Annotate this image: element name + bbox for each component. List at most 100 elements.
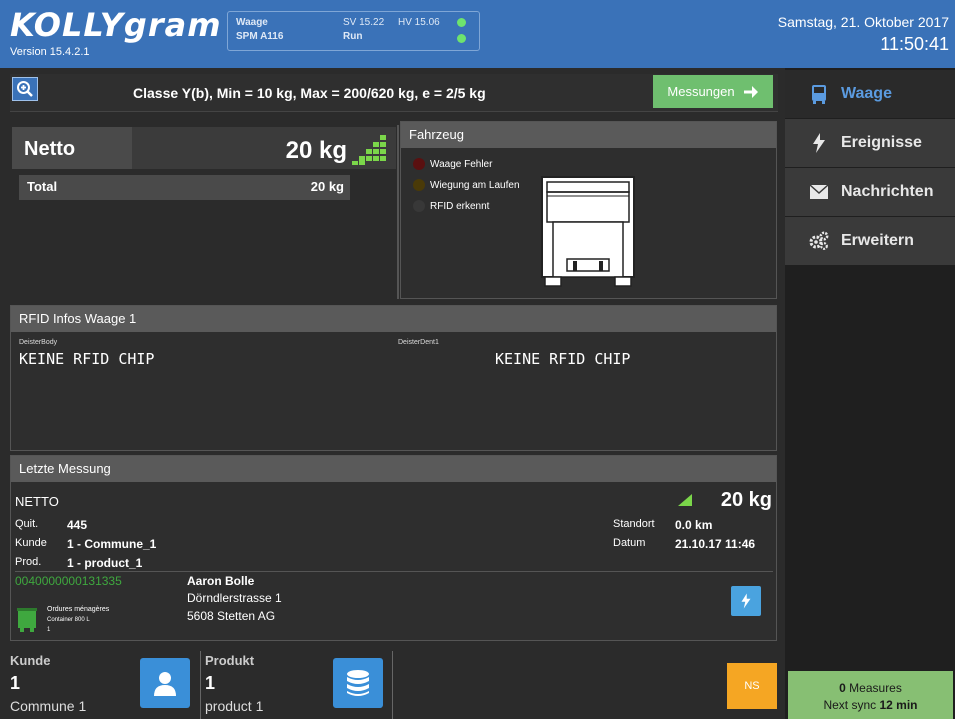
ns-button[interactable]: NS <box>727 663 777 709</box>
sidebar-item-erweitern[interactable]: Erweitern <box>785 217 955 265</box>
sv-version: SV 15.22 <box>343 17 385 28</box>
status-dot <box>413 200 425 212</box>
legend-label: RFID erkennt <box>430 200 490 212</box>
produkt-number: 1 <box>205 673 216 693</box>
prod-value: 1 - product_1 <box>67 556 143 570</box>
zoom-button[interactable] <box>12 77 38 101</box>
kunde-label: Kunde <box>15 537 47 549</box>
total-value: 20 kg <box>310 179 344 194</box>
sidebar-item-nachrichten[interactable]: Nachrichten <box>785 168 955 216</box>
arrow-right-icon <box>743 85 758 98</box>
envelope-icon <box>809 182 829 202</box>
version-label: Version 15.4.2.1 <box>10 46 90 58</box>
standort-value: 0.0 km <box>675 518 713 532</box>
scale-class-text: Classe Y(b), Min = 10 kg, Max = 200/620 … <box>133 85 486 101</box>
sidebar-item-label: Ereignisse <box>841 134 922 151</box>
quit-value: 445 <box>67 518 88 532</box>
class-bar: Classe Y(b), Min = 10 kg, Max = 200/620 … <box>10 74 778 112</box>
total-label: Total <box>27 179 58 194</box>
letzte-title: Letzte Messung <box>11 456 776 482</box>
measures-line: 0 Measures <box>788 680 953 697</box>
right-sidebar: Waage Ereignisse Nachrichten Erweitern 0… <box>785 68 955 719</box>
messungen-label: Messungen <box>667 84 735 99</box>
weight-display: Netto 20 kg Total 20 kg <box>10 125 397 299</box>
container-icon <box>17 608 37 632</box>
run-label: Run <box>343 31 363 42</box>
fahrzeug-panel: Fahrzeug Waage Fehler Wiegung am Laufen … <box>400 121 777 299</box>
select-kunde-button[interactable] <box>140 658 190 708</box>
zoom-in-icon <box>17 81 33 97</box>
current-time: 11:50:41 <box>880 34 949 54</box>
netto-row: Netto 20 kg <box>12 127 396 169</box>
rfid-code: 0040000000131335 <box>15 574 122 588</box>
kunde-value: 1 - Commune_1 <box>67 537 157 551</box>
gears-icon <box>809 231 829 251</box>
kunde-title: Kunde <box>10 653 51 668</box>
datum-label: Datum <box>613 537 646 549</box>
legend-wiegung: Wiegung am Laufen <box>413 179 520 191</box>
status-dot <box>413 179 425 191</box>
kunde-name: Commune 1 <box>10 698 87 714</box>
stability-mini-icon <box>678 494 692 506</box>
produkt-title: Produkt <box>205 653 255 668</box>
netto-value: 20 kg <box>285 137 347 164</box>
datum-value: 21.10.17 11:46 <box>675 537 756 551</box>
lightning-icon <box>809 133 829 153</box>
total-row: Total 20 kg <box>19 175 350 200</box>
letzte-messung-panel: Letzte Messung NETTO 20 kg Quit. 445 Kun… <box>10 455 777 641</box>
legend-waage-fehler: Waage Fehler <box>413 158 492 170</box>
bottom-produkt: Produkt 1 product 1 <box>205 653 263 714</box>
quit-label: Quit. <box>15 518 39 530</box>
truck-rear-icon <box>541 176 635 287</box>
legend-rfid: RFID erkennt <box>413 200 489 212</box>
select-produkt-button[interactable] <box>333 658 383 708</box>
measures-count: 0 <box>839 681 846 695</box>
bottom-bar: Kunde 1 Commune 1 Produkt 1 product 1 NS <box>0 647 785 719</box>
status-dot <box>413 158 425 170</box>
sidebar-item-waage[interactable]: Waage <box>785 70 955 118</box>
device-label: Waage <box>236 17 268 28</box>
produkt-name: product 1 <box>205 698 264 714</box>
date-time: Samstag, 21. Oktober 2017 11:50:41 <box>778 14 949 55</box>
sidebar-item-label: Nachrichten <box>841 183 934 200</box>
prod-label: Prod. <box>15 556 42 568</box>
netto-label: Netto <box>12 127 132 169</box>
divider <box>397 125 399 299</box>
lightning-icon <box>741 593 751 609</box>
hv-version: HV 15.06 <box>398 17 440 28</box>
rfid-title: RFID Infos Waage 1 <box>11 306 776 332</box>
stability-bars-icon <box>352 135 386 165</box>
status-led-1 <box>457 18 466 27</box>
events-button[interactable] <box>731 586 761 616</box>
next-sync-value: 12 min <box>879 698 918 712</box>
sidebar-item-label: Waage <box>841 85 892 102</box>
rfid-left-source: DeisterBody <box>19 339 58 346</box>
standort-label: Standort <box>613 518 655 530</box>
rfid-right-source: DeisterDent1 <box>398 339 439 346</box>
current-date: Samstag, 21. Oktober 2017 <box>777 14 949 30</box>
measures-label: Measures <box>849 681 902 695</box>
rfid-right-value: KEINE RFID CHIP <box>495 350 631 368</box>
app-header: KOLLYgram Version 15.4.2.1 Waage SPM A11… <box>0 0 955 68</box>
sync-status-box: 0 Measures Next sync 12 min <box>788 671 953 719</box>
scale-status-box: Waage SPM A116 SV 15.22 HV 15.06 Run <box>227 11 480 51</box>
rfid-left-value: KEINE RFID CHIP <box>19 350 155 368</box>
divider <box>15 571 773 572</box>
bus-icon <box>809 84 829 104</box>
status-led-2 <box>457 34 466 43</box>
person-street: Dörndlerstrasse 1 <box>187 591 282 605</box>
messungen-button[interactable]: Messungen <box>653 75 773 108</box>
kollygram-logo: KOLLYgram <box>10 6 222 44</box>
last-weight: 20 kg <box>720 489 772 511</box>
sidebar-item-ereignisse[interactable]: Ereignisse <box>785 119 955 167</box>
database-icon <box>347 670 369 696</box>
divider <box>200 651 201 719</box>
legend-label: Wiegung am Laufen <box>430 179 520 191</box>
person-icon <box>154 672 176 696</box>
container-size: Container 800 L <box>47 617 90 623</box>
divider <box>392 651 393 719</box>
kunde-number: 1 <box>10 673 21 693</box>
bottom-kunde: Kunde 1 Commune 1 <box>10 653 86 714</box>
sidebar-item-label: Erweitern <box>841 232 914 249</box>
legend-label: Waage Fehler <box>430 158 493 170</box>
